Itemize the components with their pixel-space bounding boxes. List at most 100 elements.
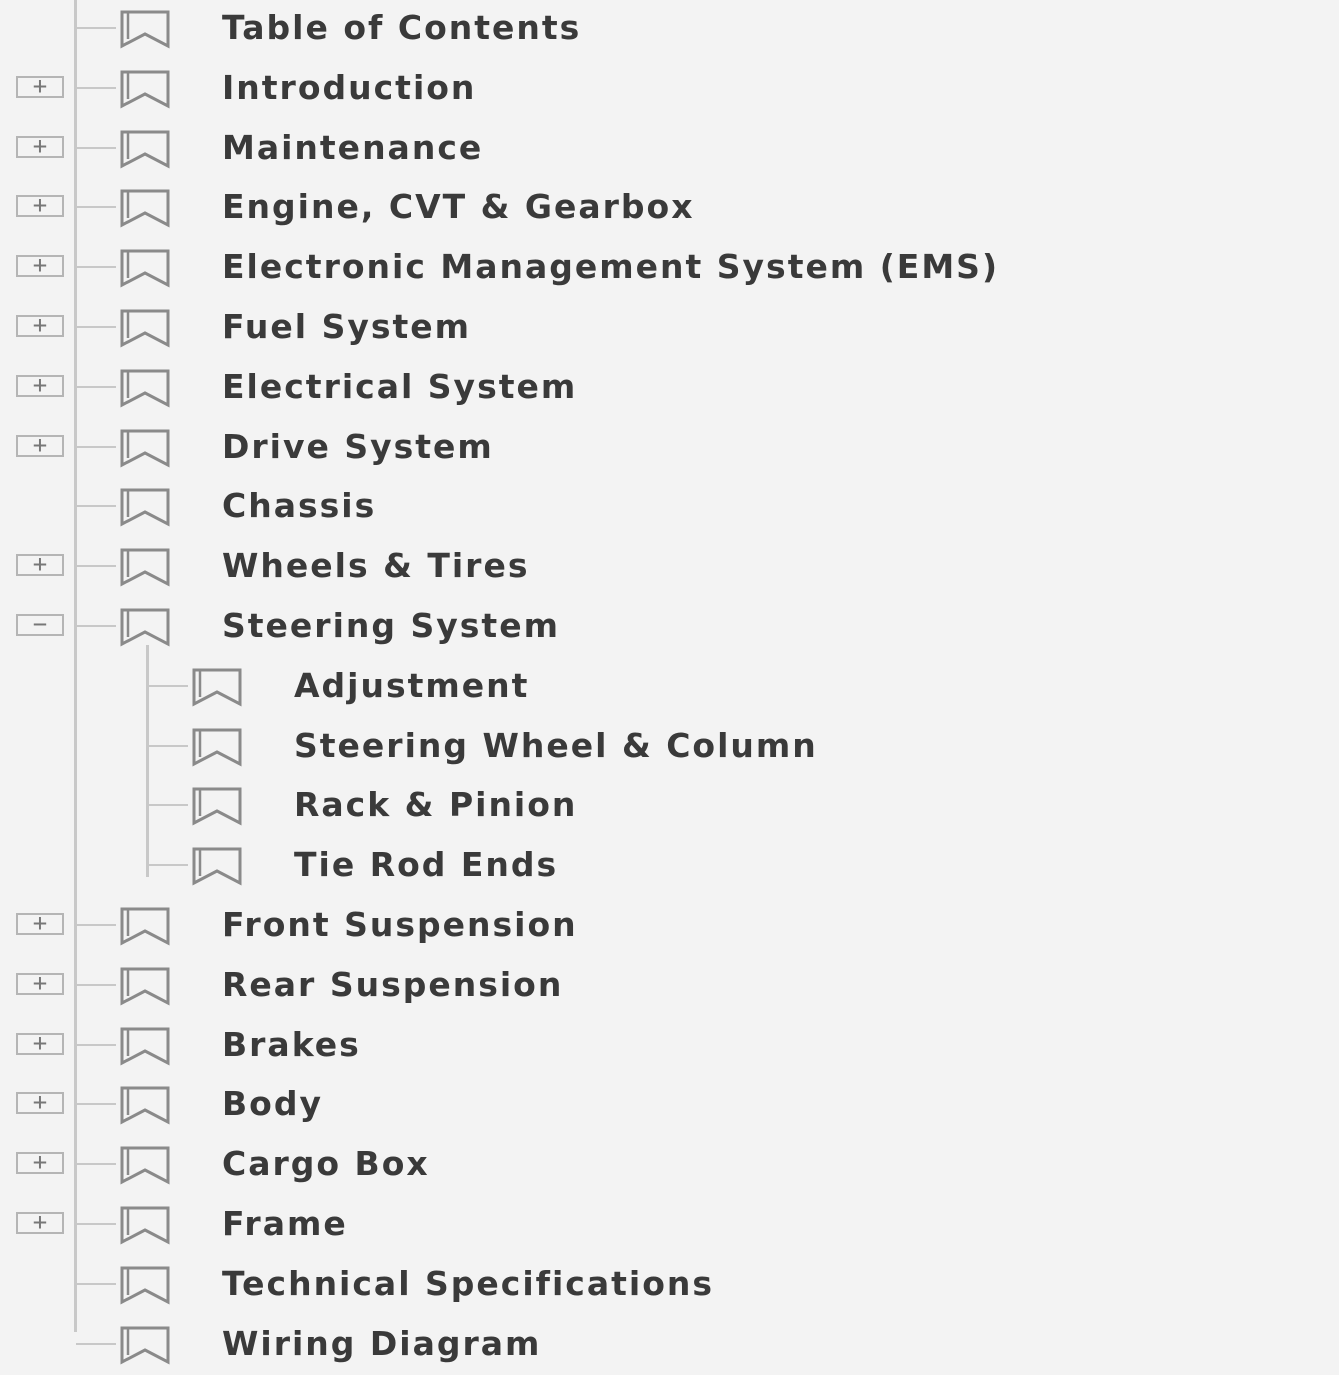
bookmark-label: Rack & Pinion bbox=[294, 785, 578, 825]
bookmark-icon bbox=[118, 1026, 172, 1066]
bookmark-label: Drive System bbox=[222, 426, 494, 466]
bookmark-subitem[interactable]: Rack & Pinion bbox=[0, 776, 1339, 836]
tree-connector-branch bbox=[76, 1103, 116, 1106]
bookmark-icon bbox=[118, 368, 172, 408]
expand-toggle[interactable]: − bbox=[16, 612, 64, 636]
tree-connector-branch bbox=[76, 1223, 116, 1225]
expand-toggle[interactable]: + bbox=[16, 313, 64, 337]
bookmark-item[interactable]: + Brakes bbox=[0, 1016, 1339, 1076]
bookmark-icon bbox=[118, 1325, 172, 1365]
tree-connector-branch bbox=[148, 864, 188, 867]
expand-toggle[interactable]: + bbox=[16, 193, 64, 218]
bookmark-item[interactable]: Table of Contents bbox=[0, 0, 1339, 59]
tree-connector-branch bbox=[148, 744, 188, 747]
expand-toggle[interactable]: + bbox=[16, 134, 64, 158]
bookmark-item[interactable]: + Frame bbox=[0, 1195, 1339, 1255]
tree-connector-branch bbox=[76, 1342, 116, 1345]
bookmark-item[interactable]: + Front Suspension bbox=[0, 896, 1339, 956]
bookmark-item[interactable]: + Fuel System bbox=[0, 298, 1339, 358]
tree-connector-branch bbox=[76, 326, 116, 328]
expand-toggle[interactable]: + bbox=[16, 552, 64, 577]
bookmark-icon bbox=[118, 129, 172, 169]
tree-connector-branch bbox=[76, 565, 116, 568]
tree-connector-branch bbox=[76, 1043, 116, 1046]
bookmark-label: Adjustment bbox=[294, 665, 530, 705]
tree-connector-branch bbox=[76, 924, 116, 926]
bookmark-label: Fuel System bbox=[222, 307, 472, 346]
bookmark-subitem[interactable]: Adjustment bbox=[0, 657, 1339, 717]
bookmark-icon bbox=[118, 308, 172, 348]
bookmark-icon bbox=[118, 547, 172, 587]
tree-connector-branch bbox=[76, 266, 116, 269]
expand-toggle[interactable]: + bbox=[16, 1090, 64, 1115]
tree-connector-branch bbox=[76, 1163, 116, 1166]
bookmark-subitem[interactable]: Tie Rod Ends bbox=[0, 836, 1339, 896]
bookmark-subitem[interactable]: Steering Wheel & Column bbox=[0, 717, 1339, 777]
expand-toggle[interactable]: + bbox=[16, 1150, 64, 1175]
bookmark-label: Frame bbox=[222, 1204, 348, 1243]
bookmark-item[interactable]: + Wheels & Tires bbox=[0, 537, 1339, 597]
tree-connector-branch bbox=[76, 27, 116, 29]
bookmarks-tree: Table of Contents + Introduction + Maintenan… bbox=[0, 0, 1339, 1365]
bookmark-item[interactable]: + Electrical System bbox=[0, 358, 1339, 418]
bookmark-icon bbox=[118, 248, 172, 288]
bookmark-icon bbox=[118, 966, 172, 1006]
bookmark-label: Electronic Management System (EMS) bbox=[222, 247, 1000, 287]
bookmark-label: Technical Specifications bbox=[222, 1263, 715, 1303]
bookmark-icon bbox=[190, 846, 244, 886]
bookmark-item[interactable]: + Maintenance bbox=[0, 119, 1339, 179]
bookmark-icon bbox=[118, 1145, 172, 1185]
tree-connector-branch bbox=[76, 505, 116, 508]
bookmark-item[interactable]: − Steering System bbox=[0, 597, 1339, 657]
tree-connector-branch bbox=[76, 1282, 116, 1285]
bookmark-item[interactable]: Chassis bbox=[0, 477, 1339, 537]
expand-toggle[interactable]: + bbox=[16, 1210, 64, 1234]
bookmark-item[interactable]: + Electronic Management System (EMS) bbox=[0, 238, 1339, 298]
tree-connector-branch bbox=[76, 625, 116, 627]
bookmark-icon bbox=[118, 69, 172, 109]
bookmark-label: Rear Suspension bbox=[222, 964, 564, 1004]
expand-toggle[interactable]: + bbox=[16, 433, 64, 457]
bookmark-icon bbox=[190, 667, 244, 707]
bookmark-icon bbox=[118, 487, 172, 527]
bookmark-label: Electrical System bbox=[222, 366, 578, 406]
bookmark-label: Engine, CVT & Gearbox bbox=[222, 187, 695, 227]
bookmark-label: Tie Rod Ends bbox=[294, 845, 559, 885]
expand-toggle[interactable]: + bbox=[16, 373, 64, 397]
expand-toggle[interactable]: + bbox=[16, 971, 64, 995]
bookmark-label: Table of Contents bbox=[222, 8, 582, 47]
bookmark-item[interactable]: + Rear Suspension bbox=[0, 956, 1339, 1016]
bookmark-icon bbox=[190, 786, 244, 826]
bookmark-item[interactable]: + Engine, CVT & Gearbox bbox=[0, 178, 1339, 238]
bookmark-icon bbox=[190, 727, 244, 767]
bookmark-label: Steering System bbox=[222, 606, 560, 645]
tree-connector-branch bbox=[76, 206, 116, 209]
bookmark-icon bbox=[118, 1205, 172, 1245]
tree-connector-branch bbox=[76, 385, 116, 388]
bookmark-item[interactable]: Technical Specifications bbox=[0, 1255, 1339, 1315]
expand-toggle[interactable]: + bbox=[16, 253, 64, 278]
bookmark-item[interactable]: + Cargo Box bbox=[0, 1135, 1339, 1195]
bookmark-label: Maintenance bbox=[222, 127, 484, 167]
tree-connector-branch bbox=[148, 804, 188, 807]
bookmark-icon bbox=[118, 1085, 172, 1125]
expand-toggle[interactable]: + bbox=[16, 74, 64, 98]
bookmark-icon bbox=[118, 188, 172, 228]
expand-toggle[interactable]: + bbox=[16, 1031, 64, 1055]
expand-toggle[interactable]: + bbox=[16, 911, 64, 935]
bookmark-icon bbox=[118, 428, 172, 468]
bookmark-item[interactable]: + Introduction bbox=[0, 59, 1339, 119]
bookmark-label: Brakes bbox=[222, 1024, 361, 1064]
bookmark-item[interactable]: + Drive System bbox=[0, 418, 1339, 478]
bookmark-item[interactable]: + Body bbox=[0, 1075, 1339, 1135]
bookmark-icon bbox=[118, 9, 172, 49]
bookmark-item[interactable]: Wiring Diagram bbox=[0, 1315, 1339, 1375]
tree-connector-branch bbox=[76, 445, 116, 448]
tree-connector-branch bbox=[148, 684, 188, 687]
bookmark-label: Front Suspension bbox=[222, 905, 578, 944]
bookmark-label: Chassis bbox=[222, 486, 377, 526]
bookmark-label: Wiring Diagram bbox=[222, 1323, 542, 1363]
bookmark-label: Cargo Box bbox=[222, 1144, 430, 1184]
bookmark-icon bbox=[118, 607, 172, 647]
bookmark-label: Introduction bbox=[222, 67, 477, 107]
